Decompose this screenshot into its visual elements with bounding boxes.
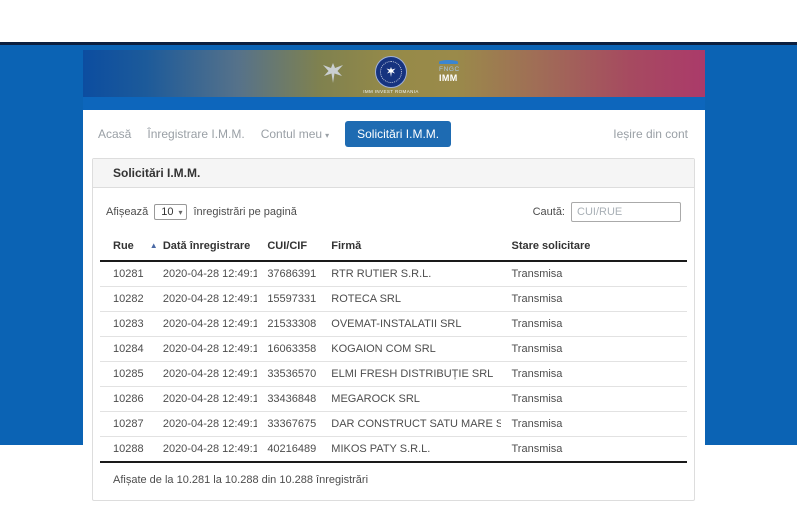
nav-item-contul-meu-label: Contul meu	[261, 127, 322, 141]
cell-stare-solicitare: Transmisa	[501, 412, 687, 437]
cell-firma: ROTECA SRL	[321, 287, 501, 312]
table-controls: Afișează 10 ▾ înregistrări pe pagină Cau…	[106, 202, 681, 222]
cell-stare-solicitare: Transmisa	[501, 287, 687, 312]
cell-data-inregistrare: 2020-04-28 12:49:15	[153, 412, 257, 437]
fngcimm-swoosh-icon	[439, 60, 458, 64]
cell-data-inregistrare: 2020-04-28 12:49:12	[153, 312, 257, 337]
cell-data-inregistrare: 2020-04-28 12:49:11	[153, 287, 257, 312]
length-suffix-label: înregistrări pe pagină	[193, 206, 296, 218]
nav-item-inregistrare-imm[interactable]: Înregistrare I.M.M.	[147, 127, 244, 141]
fngcimm-text-bottom: IMM	[439, 74, 465, 83]
page-length-control: Afișează 10 ▾ înregistrări pe pagină	[106, 204, 297, 220]
logout-link[interactable]: Ieșire din cont	[613, 120, 688, 148]
cell-cui-cif: 40216489	[257, 437, 321, 463]
romania-eagle-icon	[321, 61, 345, 85]
search-input[interactable]	[571, 202, 681, 222]
table-row[interactable]: 10286 2020-04-28 12:49:14 33436848 MEGAR…	[100, 387, 687, 412]
column-header-rue-label: Rue	[113, 240, 134, 252]
select-caret-icon: ▾	[178, 208, 182, 217]
search-control: Caută:	[533, 202, 681, 222]
cell-firma: ELMI FRESH DISTRIBUȚIE SRL	[321, 362, 501, 387]
guvernul-romaniei-seal-icon	[375, 56, 407, 88]
search-label: Caută:	[533, 206, 565, 218]
panel-body: Afișează 10 ▾ înregistrări pe pagină Cau…	[93, 188, 694, 500]
cell-rue: 10287	[100, 412, 153, 437]
cell-stare-solicitare: Transmisa	[501, 387, 687, 412]
column-header-firma[interactable]: Firmă	[321, 234, 501, 261]
cell-firma: RTR RUTIER S.R.L.	[321, 261, 501, 287]
column-header-data-inregistrare[interactable]: Dată înregistrare	[153, 234, 257, 261]
cell-cui-cif: 33367675	[257, 412, 321, 437]
panel-title: Solicitări I.M.M.	[93, 159, 694, 188]
main-nav: Acasă Înregistrare I.M.M. Contul meu▾ So…	[83, 120, 705, 148]
table-row[interactable]: 10283 2020-04-28 12:49:12 21533308 OVEMA…	[100, 312, 687, 337]
cell-rue: 10286	[100, 387, 153, 412]
nav-item-solicitari-imm-active[interactable]: Solicitări I.M.M.	[345, 121, 451, 147]
cell-data-inregistrare: 2020-04-28 12:49:14	[153, 362, 257, 387]
cell-stare-solicitare: Transmisa	[501, 437, 687, 463]
cell-cui-cif: 21533308	[257, 312, 321, 337]
cell-rue: 10284	[100, 337, 153, 362]
table-row[interactable]: 10288 2020-04-28 12:49:16 40216489 MIKOS…	[100, 437, 687, 463]
cell-data-inregistrare: 2020-04-28 12:49:16	[153, 437, 257, 463]
table-info-text: Afișate de la 10.281 la 10.288 din 10.28…	[113, 474, 681, 486]
seal-caption: IMM INVEST ROMANIA	[338, 89, 444, 94]
banner-blue-strip	[83, 97, 705, 110]
column-header-cui-cif[interactable]: CUI/CIF	[257, 234, 321, 261]
nav-item-contul-meu[interactable]: Contul meu▾	[261, 127, 329, 141]
cell-stare-solicitare: Transmisa	[501, 261, 687, 287]
table-row[interactable]: 10282 2020-04-28 12:49:11 15597331 ROTEC…	[100, 287, 687, 312]
table-body: 10281 2020-04-28 12:49:11 37686391 RTR R…	[100, 261, 687, 462]
cell-cui-cif: 37686391	[257, 261, 321, 287]
header-banner: IMM INVEST ROMANIA FNGC IMM	[83, 50, 705, 97]
cell-cui-cif: 15597331	[257, 287, 321, 312]
cell-rue: 10282	[100, 287, 153, 312]
cell-rue: 10281	[100, 261, 153, 287]
table-header-row: Rue▲ Dată înregistrare CUI/CIF Firmă Sta…	[100, 234, 687, 261]
table-row[interactable]: 10284 2020-04-28 12:49:14 16063358 KOGAI…	[100, 337, 687, 362]
cell-rue: 10285	[100, 362, 153, 387]
cell-rue: 10288	[100, 437, 153, 463]
column-header-stare-solicitare[interactable]: Stare solicitare	[501, 234, 687, 261]
fngcimm-logo: FNGC IMM	[439, 60, 465, 83]
solicitari-table: Rue▲ Dată înregistrare CUI/CIF Firmă Sta…	[100, 234, 687, 463]
cell-firma: OVEMAT-INSTALATII SRL	[321, 312, 501, 337]
cell-data-inregistrare: 2020-04-28 12:49:11	[153, 261, 257, 287]
cell-stare-solicitare: Transmisa	[501, 362, 687, 387]
cell-cui-cif: 16063358	[257, 337, 321, 362]
cell-stare-solicitare: Transmisa	[501, 312, 687, 337]
page-length-value: 10	[161, 206, 173, 218]
table-row[interactable]: 10287 2020-04-28 12:49:15 33367675 DAR C…	[100, 412, 687, 437]
chevron-down-icon: ▾	[325, 131, 329, 140]
page-length-select[interactable]: 10 ▾	[154, 204, 187, 220]
length-prefix-label: Afișează	[106, 206, 148, 218]
cell-firma: MIKOS PATY S.R.L.	[321, 437, 501, 463]
cell-cui-cif: 33436848	[257, 387, 321, 412]
sort-asc-icon: ▲	[150, 241, 158, 250]
cell-firma: DAR CONSTRUCT SATU MARE SRL	[321, 412, 501, 437]
page-container: IMM INVEST ROMANIA FNGC IMM Acasă Înregi…	[83, 50, 705, 509]
nav-item-acasa[interactable]: Acasă	[98, 127, 131, 141]
table-row[interactable]: 10281 2020-04-28 12:49:11 37686391 RTR R…	[100, 261, 687, 287]
solicitari-panel: Solicitări I.M.M. Afișează 10 ▾ înregist…	[92, 158, 695, 501]
column-header-rue[interactable]: Rue▲	[100, 234, 153, 261]
cell-data-inregistrare: 2020-04-28 12:49:14	[153, 387, 257, 412]
screenshot-canvas: IMM INVEST ROMANIA FNGC IMM Acasă Înregi…	[0, 0, 800, 509]
cell-rue: 10283	[100, 312, 153, 337]
table-row[interactable]: 10285 2020-04-28 12:49:14 33536570 ELMI …	[100, 362, 687, 387]
cell-cui-cif: 33536570	[257, 362, 321, 387]
cell-data-inregistrare: 2020-04-28 12:49:14	[153, 337, 257, 362]
cell-stare-solicitare: Transmisa	[501, 337, 687, 362]
cell-firma: MEGAROCK SRL	[321, 387, 501, 412]
cell-firma: KOGAION COM SRL	[321, 337, 501, 362]
